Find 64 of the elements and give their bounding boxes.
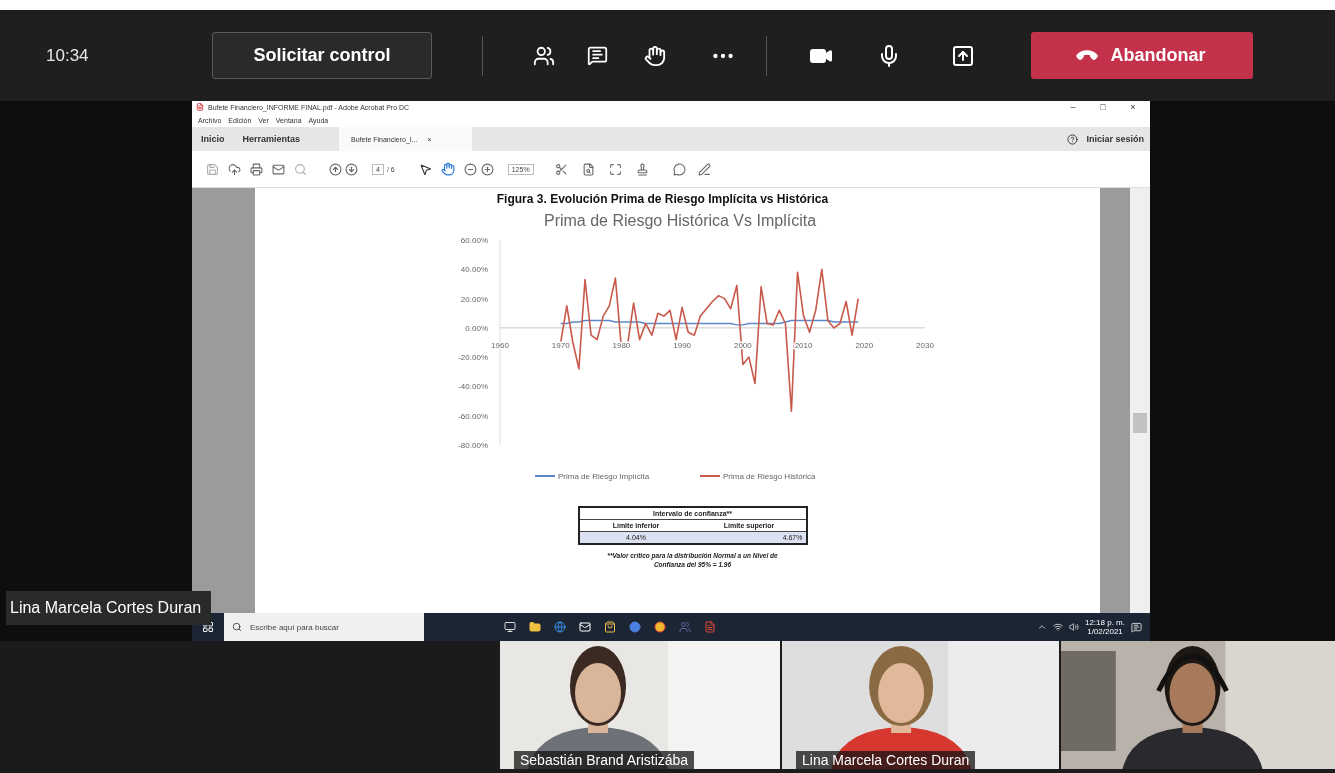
raise-hand-icon[interactable]	[644, 44, 666, 67]
participant-name: Sebastián Brand Aristizába	[514, 751, 695, 769]
taskbar-clock[interactable]: 12:18 p. m. 1/02/2021	[1084, 617, 1125, 637]
axis-label: 0.00%	[465, 323, 488, 333]
pdf-icon	[196, 103, 204, 111]
axis-label: -80.00%	[458, 441, 488, 450]
document-search-icon[interactable]	[581, 162, 595, 176]
tray-chevron-icon[interactable]	[1036, 622, 1047, 632]
axis-label: 1970	[551, 340, 570, 350]
stamp-icon[interactable]	[635, 162, 649, 176]
legend-label: Prima de Riesgo Implícita	[558, 472, 650, 481]
sign-in-link[interactable]: Iniciar sesión	[1086, 134, 1144, 144]
axis-label: 60.00%	[460, 236, 488, 245]
axis-label: 2020	[855, 340, 874, 350]
comment-icon[interactable]	[672, 162, 686, 176]
pointer-icon[interactable]	[418, 162, 432, 176]
network-icon[interactable]	[1052, 622, 1063, 632]
page-up-icon[interactable]	[329, 162, 342, 176]
tab[interactable]: Herramientas	[233, 127, 310, 151]
participant-name: Lina Marcela Cortes Duran	[796, 751, 976, 769]
taskbar-search-box[interactable]: Escribe aquí para buscar	[224, 613, 424, 641]
zoom-in-icon[interactable]	[480, 162, 494, 176]
folder-icon[interactable]	[529, 621, 541, 633]
leave-button[interactable]: Abandonar	[1031, 32, 1253, 79]
axis-label: 2010	[794, 340, 813, 350]
page-down-icon[interactable]	[345, 162, 358, 176]
share-screen-icon[interactable]	[951, 43, 975, 68]
scissors-icon[interactable]	[554, 162, 568, 176]
axis-label: -40.00%	[458, 382, 488, 392]
hand-icon[interactable]	[440, 162, 455, 176]
taskbar-search-field[interactable]: Escribe aquí para buscar	[248, 621, 422, 633]
browser-icon[interactable]	[554, 621, 566, 633]
call-duration: 10:34	[46, 45, 90, 66]
store-icon[interactable]	[604, 621, 616, 633]
mail-icon[interactable]	[579, 621, 591, 633]
tab[interactable]: Inicio	[192, 127, 234, 151]
window-control[interactable]: □	[1090, 102, 1116, 112]
axis-label: 2030	[916, 340, 934, 350]
figure-title: Figura 3. Evolución Prima de Riesgo Implícita vs Histórica	[496, 192, 829, 206]
pen-icon[interactable]	[697, 162, 711, 176]
legend-label: Prima de Riesgo Histórica	[723, 472, 816, 481]
axis-label: 40.00%	[460, 265, 488, 275]
window-control[interactable]: ×	[1120, 102, 1146, 112]
task-view-icon[interactable]	[504, 621, 516, 633]
upload-icon[interactable]	[228, 162, 241, 176]
axis-label: -20.00%	[458, 353, 488, 363]
chart-title: Prima de Riesgo Histórica Vs Implícita	[543, 212, 817, 230]
fullscreen-icon[interactable]	[608, 162, 622, 176]
axis-label: -60.00%	[458, 411, 488, 421]
presenter-name: Lina Marcela Cortes Duran	[6, 591, 212, 625]
window-control[interactable]: –	[1060, 102, 1086, 112]
volume-icon[interactable]	[1068, 622, 1079, 632]
axis-label: 1960	[491, 340, 509, 350]
axis-label: 20.00%	[460, 294, 488, 304]
participants-icon[interactable]	[533, 44, 555, 67]
print-icon[interactable]	[250, 162, 263, 176]
request-control-button[interactable]: Solicitar control	[212, 32, 432, 79]
help-icon[interactable]	[1067, 133, 1079, 145]
chat-icon[interactable]	[587, 45, 608, 66]
notifications-icon[interactable]	[1131, 621, 1142, 633]
axis-label: 1990	[673, 340, 692, 350]
circle-app-icon[interactable]	[629, 621, 641, 633]
search-icon	[232, 622, 242, 632]
zoom-out-icon[interactable]	[463, 162, 477, 176]
